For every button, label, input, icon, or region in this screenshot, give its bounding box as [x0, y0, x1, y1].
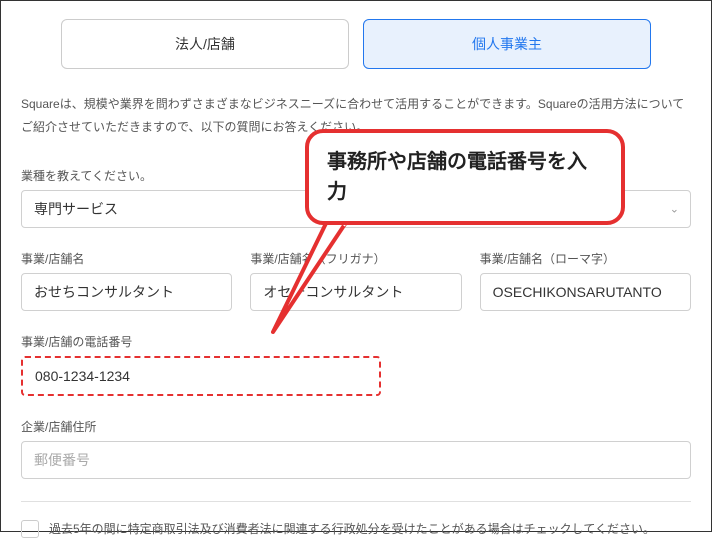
address-label: 企業/店舗住所 — [21, 418, 691, 435]
annotation-callout: 事務所や店舗の電話番号を入力 — [305, 129, 625, 225]
disposition-checkbox[interactable] — [21, 520, 39, 538]
postal-code-input[interactable] — [21, 441, 691, 479]
phone-label: 事業/店舗の電話番号 — [21, 333, 691, 350]
business-name-label: 事業/店舗名 — [21, 250, 232, 267]
divider — [21, 501, 691, 502]
business-name-input[interactable] — [21, 273, 232, 311]
tab-corporate[interactable]: 法人/店舗 — [61, 19, 349, 69]
tab-individual[interactable]: 個人事業主 — [363, 19, 651, 69]
business-name-romaji-label: 事業/店舗名（ローマ字） — [480, 250, 691, 267]
business-name-kana-input[interactable] — [250, 273, 461, 311]
phone-highlight — [21, 356, 381, 396]
disposition-checkbox-label: 過去5年の間に特定商取引法及び消費者法に関連する行政処分を受けたことがある場合は… — [49, 520, 655, 537]
phone-input[interactable] — [25, 360, 377, 392]
business-name-romaji-input[interactable] — [480, 273, 691, 311]
business-type-tabs: 法人/店舗 個人事業主 — [21, 19, 691, 69]
business-name-kana-label: 事業/店舗名（フリガナ） — [250, 250, 461, 267]
